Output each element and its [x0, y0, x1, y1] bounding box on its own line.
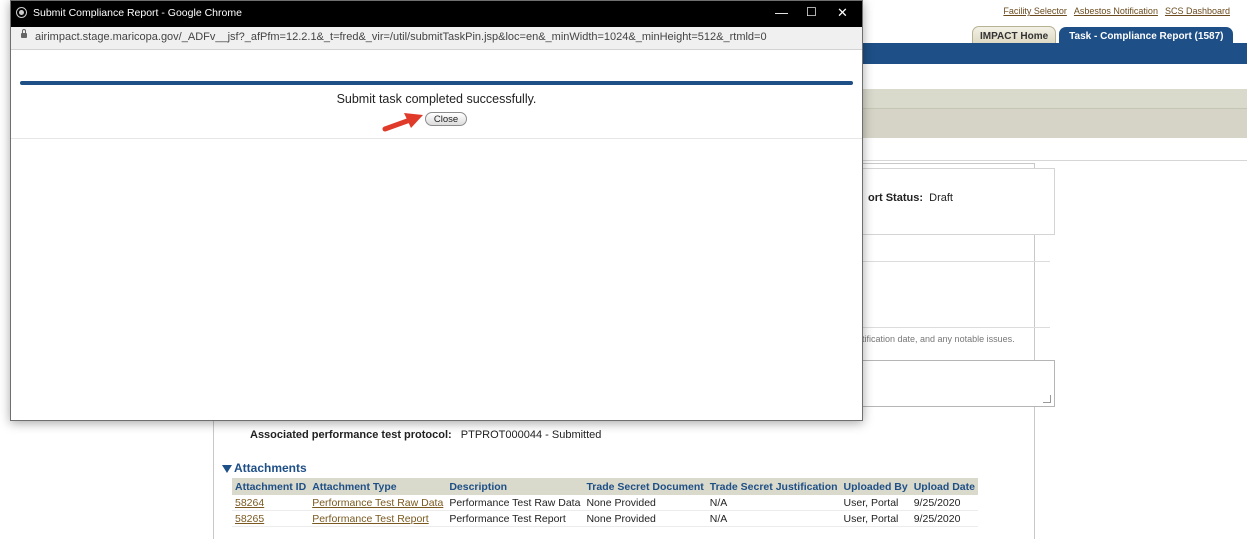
attachment-type-link[interactable]: Performance Test Raw Data — [309, 495, 447, 511]
toolbar-band — [860, 109, 1247, 138]
protocol-label: Associated performance test protocol: — [250, 429, 452, 441]
resize-grip-icon[interactable] — [1043, 395, 1051, 403]
uploaded-by-cell: User, Portal — [840, 495, 911, 511]
upload-date-cell: 9/25/2020 — [910, 495, 978, 511]
column-header[interactable]: Trade Secret Document — [583, 478, 707, 495]
window-title: Submit Compliance Report - Google Chrome — [33, 7, 242, 19]
attachments-table: Attachment ID Attachment Type Descriptio… — [232, 478, 978, 527]
minimize-button[interactable]: — — [775, 5, 788, 20]
report-status-value: Draft — [929, 192, 953, 204]
collapse-triangle-icon[interactable] — [222, 465, 232, 473]
column-header[interactable]: Attachment ID — [232, 478, 310, 495]
table-row: 58265 Performance Test Report Performanc… — [232, 510, 978, 527]
column-header[interactable]: Upload Date — [910, 478, 978, 495]
protocol-value: PTPROT000044 - Submitted — [460, 429, 602, 441]
uploaded-by-cell: User, Portal — [840, 510, 911, 527]
attachments-header[interactable]: Attachments — [222, 461, 307, 475]
window-titlebar[interactable]: Submit Compliance Report - Google Chrome… — [11, 1, 862, 27]
attachment-id-link[interactable]: 58265 — [232, 510, 310, 527]
divider — [860, 261, 1050, 262]
facility-selector-link[interactable]: Facility Selector — [1003, 6, 1067, 16]
divider — [860, 160, 1247, 161]
nav-bar — [860, 43, 1247, 64]
column-header[interactable]: Trade Secret Justification — [706, 478, 841, 495]
chrome-icon — [16, 7, 27, 18]
success-message: Submit task completed successfully. — [336, 92, 537, 106]
table-row: 58264 Performance Test Raw Data Performa… — [232, 495, 978, 511]
divider — [11, 138, 862, 139]
lock-icon — [21, 29, 27, 38]
upload-date-cell: 9/25/2020 — [910, 510, 978, 527]
maximize-button[interactable]: ☐ — [806, 5, 817, 19]
asbestos-notification-link[interactable]: Asbestos Notification — [1074, 6, 1158, 16]
attachment-type-link[interactable]: Performance Test Report — [309, 510, 447, 527]
trade-secret-doc-cell: None Provided — [583, 495, 707, 511]
close-button[interactable]: Close — [425, 112, 467, 126]
description-cell: Performance Test Report — [446, 510, 584, 527]
scs-dashboard-link[interactable]: SCS Dashboard — [1165, 6, 1230, 16]
address-bar[interactable]: airimpact.stage.maricopa.gov/_ADFv__jsf?… — [11, 27, 862, 50]
protocol-row: Associated performance test protocol: PT… — [250, 429, 601, 441]
report-status-label: ort Status: — [868, 192, 923, 204]
description-cell: Performance Test Raw Data — [446, 495, 584, 511]
justification-cell: N/A — [706, 495, 841, 511]
attachments-title: Attachments — [234, 461, 307, 475]
divider — [860, 327, 1050, 328]
url-text[interactable]: airimpact.stage.maricopa.gov/_ADFv__jsf?… — [35, 31, 767, 43]
red-arrow-icon — [382, 113, 423, 132]
header-band — [860, 89, 1247, 109]
popup-header-bar — [20, 81, 853, 85]
justification-cell: N/A — [706, 510, 841, 527]
report-status: ort Status: Draft — [868, 192, 953, 204]
attachment-id-link[interactable]: 58264 — [232, 495, 310, 511]
close-window-button[interactable]: ✕ — [837, 5, 848, 21]
table-header-row: Attachment ID Attachment Type Descriptio… — [232, 478, 978, 495]
top-links: Facility Selector Asbestos Notification … — [1003, 6, 1230, 16]
instruction-text: tification date, and any notable issues. — [862, 334, 1015, 344]
trade-secret-doc-cell: None Provided — [583, 510, 707, 527]
column-header[interactable]: Attachment Type — [309, 478, 447, 495]
column-header[interactable]: Uploaded By — [840, 478, 911, 495]
comments-textarea[interactable] — [845, 360, 1055, 407]
submit-popup-window: Submit Compliance Report - Google Chrome… — [10, 0, 863, 421]
column-header[interactable]: Description — [446, 478, 584, 495]
